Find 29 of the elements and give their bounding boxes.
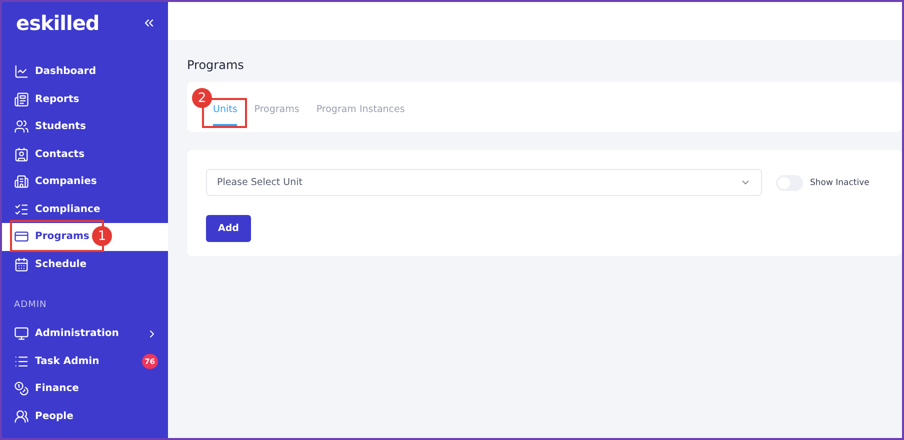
newspaper-icon (14, 92, 29, 107)
contact-card-icon (14, 146, 29, 162)
list-icon (14, 354, 29, 369)
nav-item[interactable]: Schedule (2, 250, 168, 278)
monitor-icon (14, 326, 29, 342)
section-label: ADMIN (13, 300, 48, 310)
nav-item[interactable]: Reports (2, 86, 168, 113)
card-icon (14, 229, 29, 244)
page-title: Programs (187, 58, 245, 72)
logo: eskilled (16, 11, 100, 35)
people-icon (14, 408, 29, 424)
unit-select[interactable]: Please Select Unit (206, 169, 762, 196)
line-chart-icon (14, 64, 29, 80)
nav-item[interactable]: Companies (2, 168, 168, 196)
add-button[interactable]: Add (206, 215, 251, 242)
nav-item[interactable]: Finance (2, 375, 168, 402)
nav-item[interactable]: Dashboard (2, 58, 168, 86)
toggle-label: Show Inactive (810, 178, 870, 188)
users-icon (14, 119, 29, 134)
nav-item[interactable]: Administration (2, 320, 168, 348)
nav-item[interactable]: Students (2, 113, 168, 140)
step-number: 2 (192, 88, 212, 108)
calendar-icon (14, 256, 29, 272)
nav-item[interactable]: Compliance (2, 196, 168, 223)
coins-icon (14, 381, 29, 396)
nav-item[interactable]: Contacts (2, 140, 168, 168)
nav-item[interactable]: People (2, 402, 168, 430)
building-icon (14, 174, 29, 190)
checklist-icon (14, 202, 29, 217)
